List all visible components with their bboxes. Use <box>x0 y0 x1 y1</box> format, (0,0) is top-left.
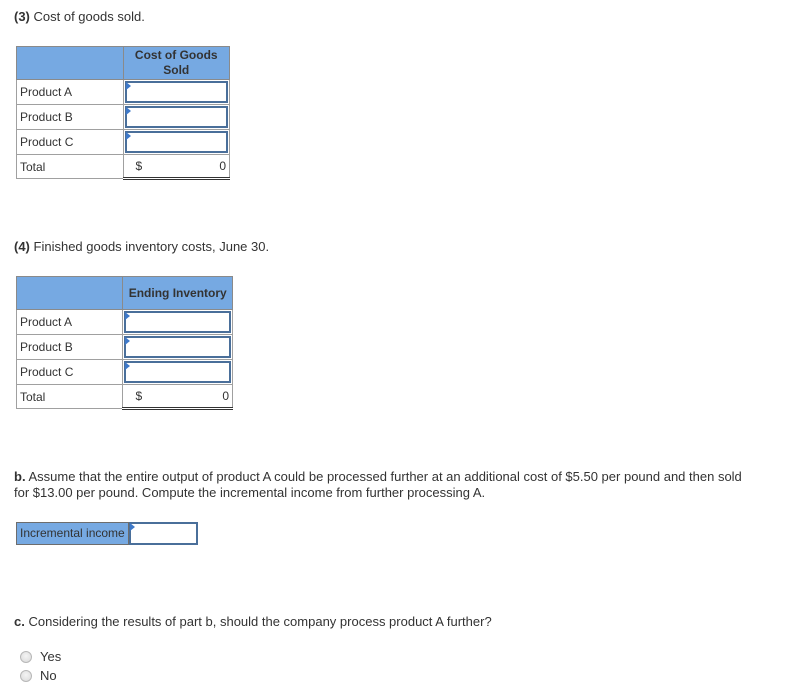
cogs-product-b-input[interactable] <box>126 108 226 126</box>
cogs-column-header: Cost of Goods Sold <box>122 46 231 80</box>
section-3-title-text: Cost of goods sold. <box>33 9 145 24</box>
part-c-question: c. Considering the results of part b, sh… <box>14 614 492 630</box>
section-4-number: (4) <box>14 239 30 254</box>
inventory-total-cell: $ 0 <box>122 384 233 410</box>
input-flag-icon <box>125 362 131 370</box>
row-label: Product C <box>16 129 124 155</box>
cogs-header-blank <box>16 46 124 80</box>
section-3-number: (3) <box>14 9 30 24</box>
cogs-total-value: 0 <box>219 159 226 173</box>
radio-button-no[interactable] <box>20 669 32 682</box>
row-label: Product B <box>16 104 124 130</box>
part-b-letter: b. <box>14 469 26 484</box>
row-label: Product A <box>15 309 124 335</box>
inventory-column-header: Ending Inventory <box>122 276 233 310</box>
table-row: Product A <box>16 79 231 105</box>
part-c-text: Considering the results of part b, shoul… <box>28 614 492 629</box>
cogs-product-c-input[interactable] <box>126 133 226 151</box>
table-row: Product A <box>15 309 233 335</box>
incremental-income-label: Incremental income <box>16 522 129 545</box>
row-label: Product A <box>16 79 124 105</box>
row-label: Product C <box>15 359 124 385</box>
incremental-income-input[interactable] <box>130 524 196 543</box>
table-row: Product C <box>15 359 233 385</box>
part-b-line-2: for $13.00 per pound. Compute the increm… <box>14 485 486 500</box>
section-4-title: (4) Finished goods inventory costs, June… <box>14 239 269 254</box>
part-c-letter: c. <box>14 614 25 629</box>
section-3-title: (3) Cost of goods sold. <box>14 9 145 24</box>
ending-inventory-table: Ending Inventory Product A Product B Pro… <box>15 276 233 410</box>
total-label: Total <box>16 154 124 179</box>
table-row: Product C <box>16 129 231 155</box>
inventory-total-value: 0 <box>222 389 229 403</box>
input-flag-icon <box>129 523 135 531</box>
input-flag-icon <box>125 337 131 345</box>
radio-option-no[interactable]: No <box>20 668 57 683</box>
input-flag-icon <box>125 132 131 140</box>
incremental-income-field: Incremental income <box>16 522 198 545</box>
radio-option-yes[interactable]: Yes <box>20 649 61 664</box>
section-4-title-text: Finished goods inventory costs, June 30. <box>33 239 270 254</box>
cogs-product-a-input[interactable] <box>126 83 226 101</box>
table-row: Product B <box>15 334 233 360</box>
input-flag-icon <box>125 82 131 90</box>
cogs-table: Cost of Goods Sold Product A Product B P… <box>16 46 231 180</box>
total-label: Total <box>15 384 124 409</box>
input-flag-icon <box>125 312 131 320</box>
inventory-product-a-input[interactable] <box>126 313 229 331</box>
part-b-line-1: Assume that the entire output of product… <box>28 469 742 484</box>
inventory-product-c-input[interactable] <box>126 363 229 381</box>
row-label: Product B <box>15 334 124 360</box>
total-row: Total $ 0 <box>15 384 233 410</box>
radio-button-yes[interactable] <box>20 650 32 663</box>
total-row: Total $ 0 <box>16 154 231 180</box>
cogs-total-cell: $ 0 <box>122 154 231 180</box>
part-b-question: b. Assume that the entire output of prod… <box>14 469 742 501</box>
currency-symbol: $ <box>135 159 143 173</box>
radio-label-no: No <box>40 668 57 683</box>
currency-symbol: $ <box>135 389 143 403</box>
table-row: Product B <box>16 104 231 130</box>
input-flag-icon <box>125 107 131 115</box>
inventory-product-b-input[interactable] <box>126 338 229 356</box>
radio-label-yes: Yes <box>40 649 62 664</box>
inventory-header-blank <box>15 276 124 310</box>
